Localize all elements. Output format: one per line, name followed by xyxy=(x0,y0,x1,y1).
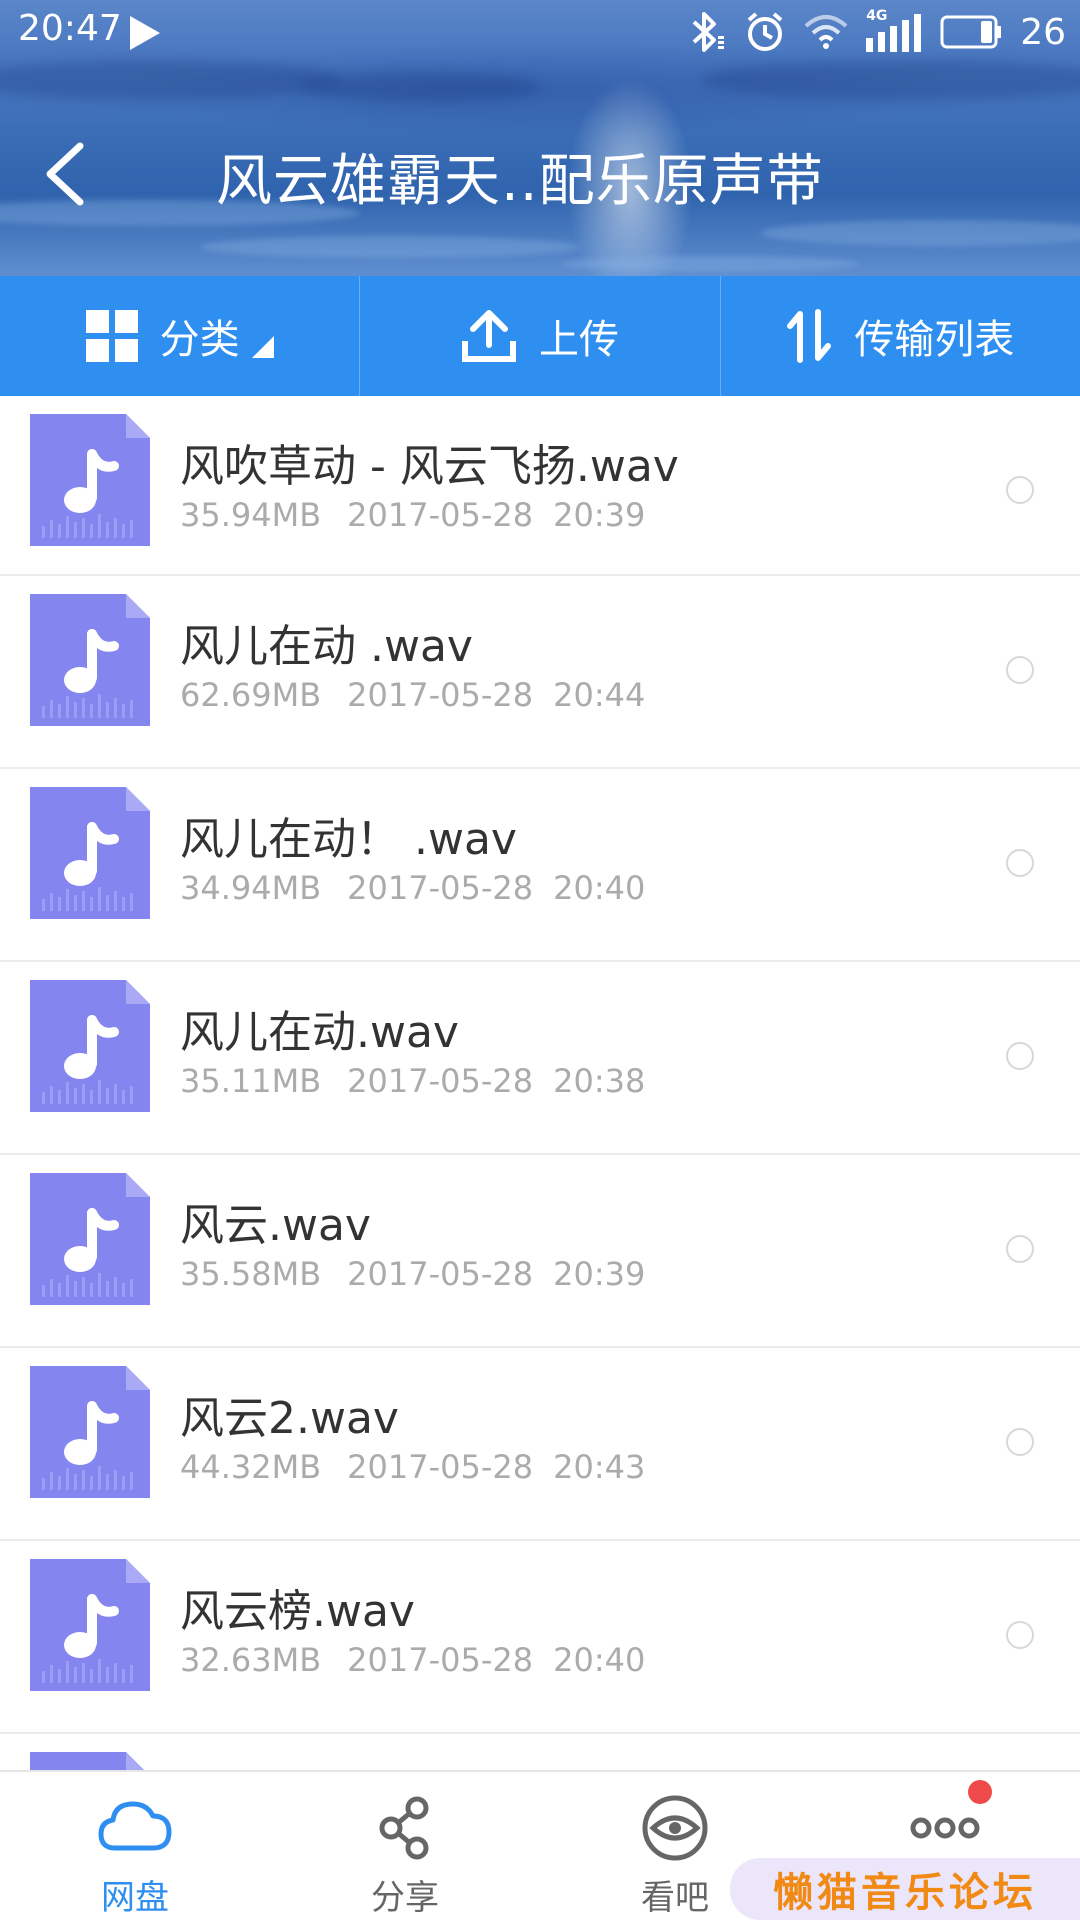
file-name: 风儿在动！ .wav xyxy=(180,814,517,865)
status-bar: 20:47 4G 26 xyxy=(0,0,1080,66)
header-banner: 20:47 4G 26 风云雄霸天..配乐原声带 xyxy=(0,0,1080,276)
file-time: 20:43 xyxy=(553,1448,646,1486)
file-row[interactable]: 风云2.wav 44.32MB 2017-05-28 20:43 xyxy=(0,1348,1080,1541)
file-name: 风云2.wav xyxy=(180,1393,399,1444)
audio-file-icon xyxy=(30,1366,150,1498)
file-time: 20:40 xyxy=(553,1641,646,1679)
transfer-list-button[interactable]: 传输列表 xyxy=(721,276,1080,396)
file-time: 20:38 xyxy=(553,1062,646,1100)
file-name: 风儿在动 .wav xyxy=(180,621,473,672)
category-button[interactable]: 分类 xyxy=(0,276,361,396)
bluetooth-icon xyxy=(692,12,725,52)
cloud-icon xyxy=(98,1801,172,1851)
file-date: 2017-05-28 xyxy=(347,1062,534,1100)
audio-file-icon xyxy=(30,980,150,1112)
alarm-icon xyxy=(747,12,783,51)
share-icon xyxy=(379,1796,429,1860)
file-size: 34.94MB xyxy=(180,869,322,907)
transfer-arrows-icon xyxy=(787,309,832,363)
nav-label: 网盘 xyxy=(101,1878,169,1918)
action-toolbar: 分类 上传 传输列表 xyxy=(0,276,1080,396)
file-row-partial[interactable] xyxy=(0,1734,1080,1770)
file-meta: 44.32MB 2017-05-28 20:43 xyxy=(180,1448,645,1486)
file-row[interactable]: 风儿在动 .wav 62.69MB 2017-05-28 20:44 xyxy=(0,576,1080,769)
file-size: 62.69MB xyxy=(180,676,322,714)
file-meta: 35.58MB 2017-05-28 20:39 xyxy=(180,1255,645,1293)
file-time: 20:44 xyxy=(553,676,646,714)
file-row[interactable]: 风云.wav 35.58MB 2017-05-28 20:39 xyxy=(0,1155,1080,1348)
battery-icon xyxy=(940,15,1002,49)
transfer-list-label: 传输列表 xyxy=(854,317,1015,363)
file-name: 风云榜.wav xyxy=(180,1586,415,1637)
file-row[interactable]: 风儿在动！ .wav 34.94MB 2017-05-28 20:40 xyxy=(0,769,1080,962)
select-checkbox[interactable] xyxy=(1006,1621,1034,1649)
select-checkbox[interactable] xyxy=(1006,1235,1034,1263)
file-time: 20:39 xyxy=(553,496,646,534)
file-size: 44.32MB xyxy=(180,1448,322,1486)
file-date: 2017-05-28 xyxy=(347,869,534,907)
file-date: 2017-05-28 xyxy=(347,1448,534,1486)
audio-file-icon xyxy=(30,414,150,546)
category-label: 分类 xyxy=(159,317,240,363)
audio-file-icon xyxy=(30,1173,150,1305)
status-time: 20:47 xyxy=(18,8,122,49)
battery-level: 26 xyxy=(1020,11,1066,53)
file-list: 风吹草动 - 风云飞扬.wav 35.94MB 2017-05-28 20:39 风儿在… xyxy=(0,396,1080,1770)
upload-icon xyxy=(461,310,516,362)
file-meta: 32.63MB 2017-05-28 20:40 xyxy=(180,1641,645,1679)
file-date: 2017-05-28 xyxy=(347,1255,534,1293)
file-date: 2017-05-28 xyxy=(347,676,534,714)
notification-badge xyxy=(968,1780,992,1804)
file-meta: 35.11MB 2017-05-28 20:38 xyxy=(180,1062,645,1100)
file-row[interactable]: 风吹草动 - 风云飞扬.wav 35.94MB 2017-05-28 20:39 xyxy=(0,396,1080,576)
more-icon xyxy=(910,1817,980,1839)
audio-file-icon xyxy=(30,1752,150,1770)
file-row[interactable]: 风儿在动.wav 35.11MB 2017-05-28 20:38 xyxy=(0,962,1080,1155)
file-size: 32.63MB xyxy=(180,1641,322,1679)
select-checkbox[interactable] xyxy=(1006,476,1034,504)
audio-file-icon xyxy=(30,1559,150,1691)
audio-file-icon xyxy=(30,594,150,726)
file-size: 35.11MB xyxy=(180,1062,322,1100)
upload-button[interactable]: 上传 xyxy=(360,276,721,396)
file-size: 35.94MB xyxy=(180,496,322,534)
file-row[interactable]: 风云榜.wav 32.63MB 2017-05-28 20:40 xyxy=(0,1541,1080,1734)
file-meta: 35.94MB 2017-05-28 20:39 xyxy=(180,496,645,534)
file-meta: 34.94MB 2017-05-28 20:40 xyxy=(180,869,645,907)
file-size: 35.58MB xyxy=(180,1255,322,1293)
back-arrow-icon[interactable] xyxy=(40,140,90,208)
select-checkbox[interactable] xyxy=(1006,849,1034,877)
select-checkbox[interactable] xyxy=(1006,1042,1034,1070)
file-name: 风吹草动 - 风云飞扬.wav xyxy=(180,441,679,492)
signal-icon: 4G xyxy=(866,8,922,52)
forum-watermark: 懒猫音乐论坛 xyxy=(730,1858,1080,1920)
file-time: 20:40 xyxy=(553,869,646,907)
select-checkbox[interactable] xyxy=(1006,656,1034,684)
upload-label: 上传 xyxy=(538,317,619,363)
page-title: 风云雄霸天..配乐原声带 xyxy=(216,149,824,214)
file-name: 风儿在动.wav xyxy=(180,1007,459,1058)
file-meta: 62.69MB 2017-05-28 20:44 xyxy=(180,676,645,714)
file-date: 2017-05-28 xyxy=(347,496,534,534)
nav-label: 分享 xyxy=(371,1878,439,1918)
select-checkbox[interactable] xyxy=(1006,1428,1034,1456)
media-playing-icon xyxy=(130,16,160,50)
file-name: 风云.wav xyxy=(180,1200,371,1251)
nav-tab-cloud-disk[interactable]: 网盘 xyxy=(0,1772,270,1920)
file-time: 20:39 xyxy=(553,1255,646,1293)
eye-icon xyxy=(642,1795,708,1861)
nav-tab-share[interactable]: 分享 xyxy=(270,1772,540,1920)
audio-file-icon xyxy=(30,787,150,919)
file-date: 2017-05-28 xyxy=(347,1641,534,1679)
dropdown-corner-icon xyxy=(251,336,274,358)
grid-icon xyxy=(85,310,138,362)
wifi-icon xyxy=(804,15,848,49)
nav-label: 看吧 xyxy=(641,1878,709,1918)
status-indicators: 4G 26 xyxy=(686,8,1066,56)
